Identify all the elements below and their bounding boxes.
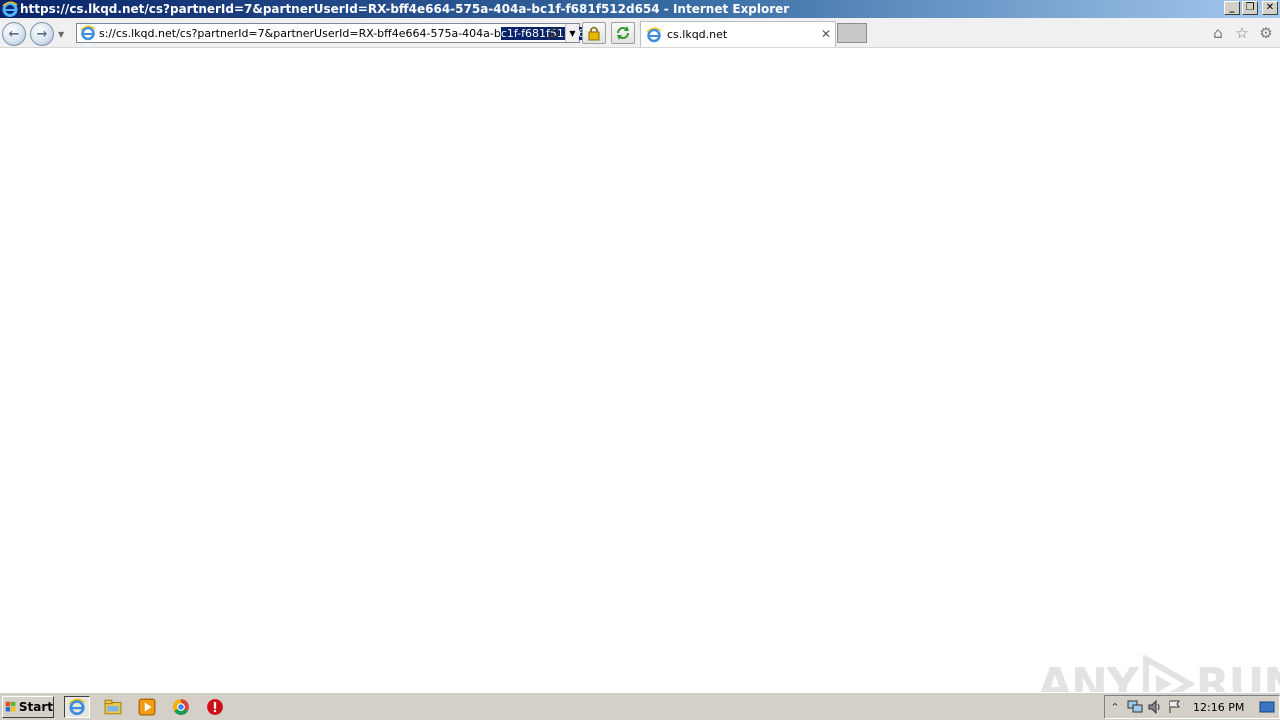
- media-player-icon: [138, 698, 156, 716]
- taskbar: Start ⌃ 12:16 PM: [0, 692, 1280, 720]
- internet-explorer-icon: [2, 1, 18, 17]
- tray-expand-icon[interactable]: ⌃: [1105, 699, 1125, 715]
- back-arrow-icon: ←: [8, 26, 20, 42]
- system-tray: ⌃ 12:16 PM: [1104, 695, 1280, 719]
- forward-arrow-icon: →: [36, 26, 48, 42]
- restore-button[interactable]: ❐: [1242, 1, 1258, 15]
- start-button[interactable]: Start: [2, 696, 54, 718]
- page-ie-icon: [80, 25, 96, 41]
- history-dropdown-icon[interactable]: ▼: [58, 30, 64, 39]
- window-titlebar[interactable]: https://cs.lkqd.net/cs?partnerId=7&partn…: [0, 0, 1280, 18]
- tab-ie-icon: [646, 27, 662, 42]
- minimize-button[interactable]: _: [1224, 1, 1240, 15]
- address-dropdown-icon[interactable]: ▼: [565, 24, 579, 42]
- taskbar-media-player[interactable]: [134, 696, 160, 718]
- page-content[interactable]: ANY RUN: [0, 49, 1280, 713]
- taskbar-internet-explorer[interactable]: [64, 696, 90, 718]
- security-lock-button[interactable]: [582, 22, 606, 44]
- tab-close-icon[interactable]: ✕: [821, 27, 831, 41]
- taskbar-opera[interactable]: [202, 696, 228, 718]
- new-tab-button[interactable]: [837, 23, 867, 43]
- start-label: Start: [18, 700, 53, 714]
- refresh-icon: [617, 26, 629, 40]
- close-window-button[interactable]: ✕: [1262, 1, 1278, 15]
- opera-icon: [207, 699, 223, 715]
- padlock-icon: [588, 26, 600, 41]
- taskbar-chrome[interactable]: [168, 696, 194, 718]
- chrome-icon: [173, 699, 189, 715]
- favorites-star-icon[interactable]: ☆: [1234, 24, 1250, 42]
- forward-button[interactable]: →: [30, 22, 54, 46]
- tab-label: cs.lkqd.net: [667, 28, 728, 41]
- refresh-button[interactable]: [611, 22, 635, 44]
- tools-gear-icon[interactable]: ⚙: [1258, 24, 1274, 42]
- taskbar-clock[interactable]: 12:16 PM: [1193, 701, 1244, 714]
- window-title: https://cs.lkqd.net/cs?partnerId=7&partn…: [20, 2, 790, 16]
- tab-cs-lkqd[interactable]: cs.lkqd.net ✕: [640, 21, 836, 47]
- home-icon[interactable]: ⌂: [1210, 24, 1226, 42]
- address-bar[interactable]: s://cs.lkqd.net/cs?partnerId=7&partnerUs…: [76, 23, 599, 43]
- file-explorer-icon: [104, 699, 122, 715]
- network-icon[interactable]: [1125, 699, 1145, 715]
- show-desktop-icon[interactable]: [1259, 699, 1275, 715]
- action-center-flag-icon[interactable]: [1165, 699, 1185, 715]
- search-icon[interactable]: [545, 25, 561, 41]
- taskbar-file-explorer[interactable]: [100, 696, 126, 718]
- internet-explorer-icon: [68, 698, 86, 716]
- volume-icon[interactable]: [1145, 699, 1165, 715]
- navigation-bar: ← → ▼ s://cs.lkqd.net/cs?partnerId=7&par…: [0, 18, 1280, 48]
- address-text[interactable]: s://cs.lkqd.net/cs?partnerId=7&partnerUs…: [99, 27, 501, 40]
- back-button[interactable]: ←: [2, 22, 26, 46]
- windows-flag-icon: [5, 701, 16, 712]
